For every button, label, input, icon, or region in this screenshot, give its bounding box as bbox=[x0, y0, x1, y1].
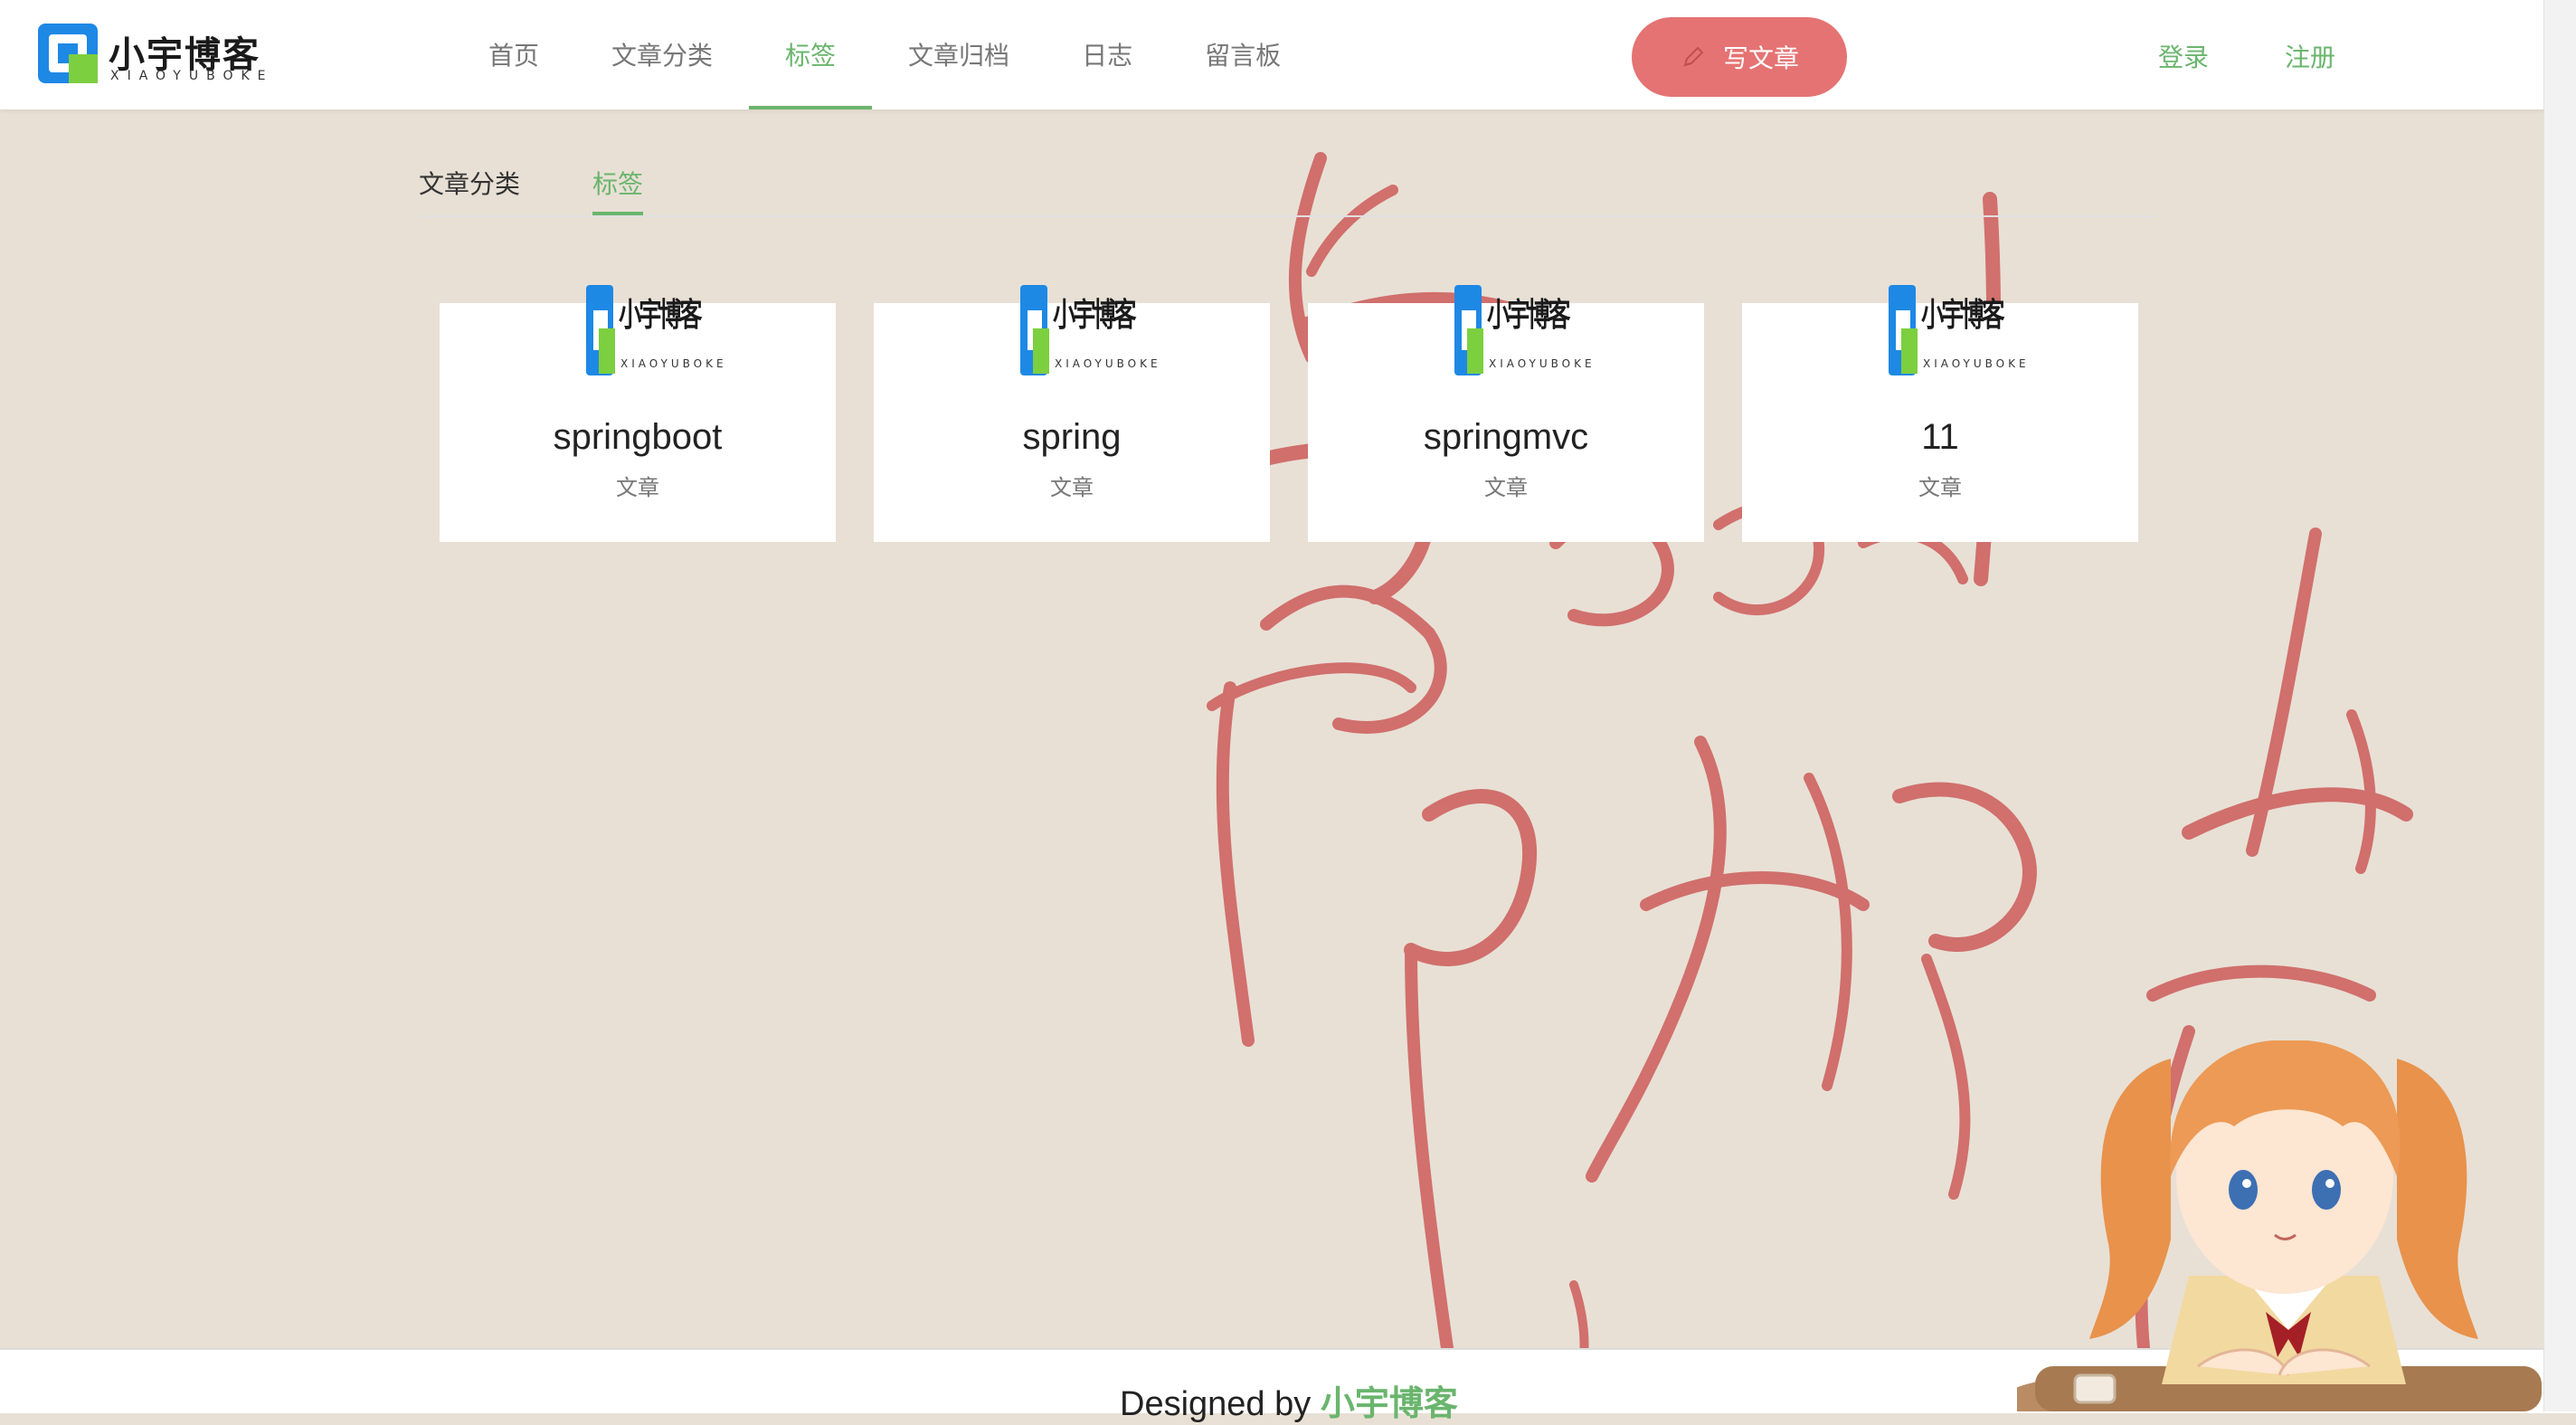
nav-home[interactable]: 首页 bbox=[452, 0, 575, 109]
logo-mark-icon bbox=[38, 24, 98, 83]
card-logo-subtext: XIAOYUBOKE bbox=[620, 357, 727, 370]
footer-brand-link[interactable]: 小宇博客 bbox=[1321, 1385, 1458, 1423]
card-logo-subtext: XIAOYUBOKE bbox=[1055, 357, 1161, 370]
card-logo: 小宇博客 XIAOYUBOKE bbox=[1453, 283, 1592, 377]
card-logo: 小宇博客 XIAOYUBOKE bbox=[1887, 283, 2026, 377]
active-tab-indicator bbox=[592, 212, 644, 215]
card-logo-subtext: XIAOYUBOKE bbox=[1489, 357, 1596, 370]
write-article-label: 写文章 bbox=[1722, 43, 1799, 73]
tag-card[interactable]: 小宇博客 XIAOYUBOKE springmvc 文章 bbox=[1308, 285, 1704, 542]
tag-name: springmvc bbox=[1423, 417, 1589, 457]
tag-name: spring bbox=[1022, 417, 1122, 457]
card-logo-text: 小宇博客 bbox=[1053, 296, 1136, 334]
nav-tags[interactable]: 标签 bbox=[749, 0, 873, 109]
card-logo: 小宇博客 XIAOYUBOKE bbox=[1018, 283, 1158, 377]
logo-mark-icon bbox=[1454, 285, 1483, 375]
tab-categories[interactable]: 文章分类 bbox=[419, 165, 520, 201]
logo-mark-icon bbox=[1020, 285, 1049, 375]
tab-tags-label: 标签 bbox=[592, 169, 644, 199]
main-nav: 首页 文章分类 标签 文章归档 日志 留言板 bbox=[452, 0, 1317, 109]
nav-categories[interactable]: 文章分类 bbox=[575, 0, 749, 109]
tag-name: 11 bbox=[1921, 417, 1959, 457]
vertical-scrollbar[interactable] bbox=[2543, 0, 2576, 1411]
register-link[interactable]: 注册 bbox=[2285, 0, 2335, 109]
tag-card[interactable]: 小宇博客 XIAOYUBOKE 11 文章 bbox=[1742, 285, 2138, 542]
anime-mascot-image[interactable] bbox=[2017, 1040, 2576, 1411]
tab-tags[interactable]: 标签 bbox=[592, 165, 644, 215]
tag-subtitle: 文章 bbox=[1918, 475, 1962, 500]
tag-subtitle: 文章 bbox=[616, 475, 659, 500]
card-logo-text: 小宇博客 bbox=[619, 296, 702, 334]
write-article-button[interactable]: 写文章 bbox=[1632, 17, 1847, 97]
logo-mark-icon bbox=[586, 285, 615, 375]
card-logo-subtext: XIAOYUBOKE bbox=[1923, 357, 2030, 370]
card-logo: 小宇博客 XIAOYUBOKE bbox=[584, 283, 724, 377]
tag-card[interactable]: 小宇博客 XIAOYUBOKE spring 文章 bbox=[874, 285, 1270, 542]
nav-log[interactable]: 日志 bbox=[1046, 0, 1169, 109]
login-link[interactable]: 登录 bbox=[2158, 0, 2209, 109]
tag-subtitle: 文章 bbox=[1484, 475, 1528, 500]
tag-card[interactable]: 小宇博客 XIAOYUBOKE springboot 文章 bbox=[440, 285, 836, 542]
tag-subtitle: 文章 bbox=[1050, 475, 1094, 500]
tag-name: springboot bbox=[553, 417, 723, 457]
site-logo[interactable]: 小宇博客 XIAOYUBOKE bbox=[38, 24, 273, 83]
logo-text-en: XIAOYUBOKE bbox=[110, 69, 274, 83]
card-logo-text: 小宇博客 bbox=[1487, 296, 1570, 334]
tabs-divider bbox=[419, 215, 2155, 217]
logo-mark-icon bbox=[1889, 285, 1918, 375]
nav-guestbook[interactable]: 留言板 bbox=[1169, 0, 1317, 109]
tab-categories-label: 文章分类 bbox=[419, 169, 521, 199]
footer-prefix: Designed by bbox=[1120, 1385, 1321, 1423]
nav-archive[interactable]: 文章归档 bbox=[872, 0, 1046, 109]
card-logo-text: 小宇博客 bbox=[1921, 296, 2004, 334]
content-tabs: 文章分类 标签 bbox=[419, 154, 2155, 217]
top-navbar: 小宇博客 XIAOYUBOKE 首页 文章分类 标签 文章归档 日志 留言板 写… bbox=[0, 0, 2576, 109]
footer-credit: Designed by 小宇博客 bbox=[1120, 1375, 1458, 1425]
pen-icon bbox=[1683, 46, 1704, 67]
